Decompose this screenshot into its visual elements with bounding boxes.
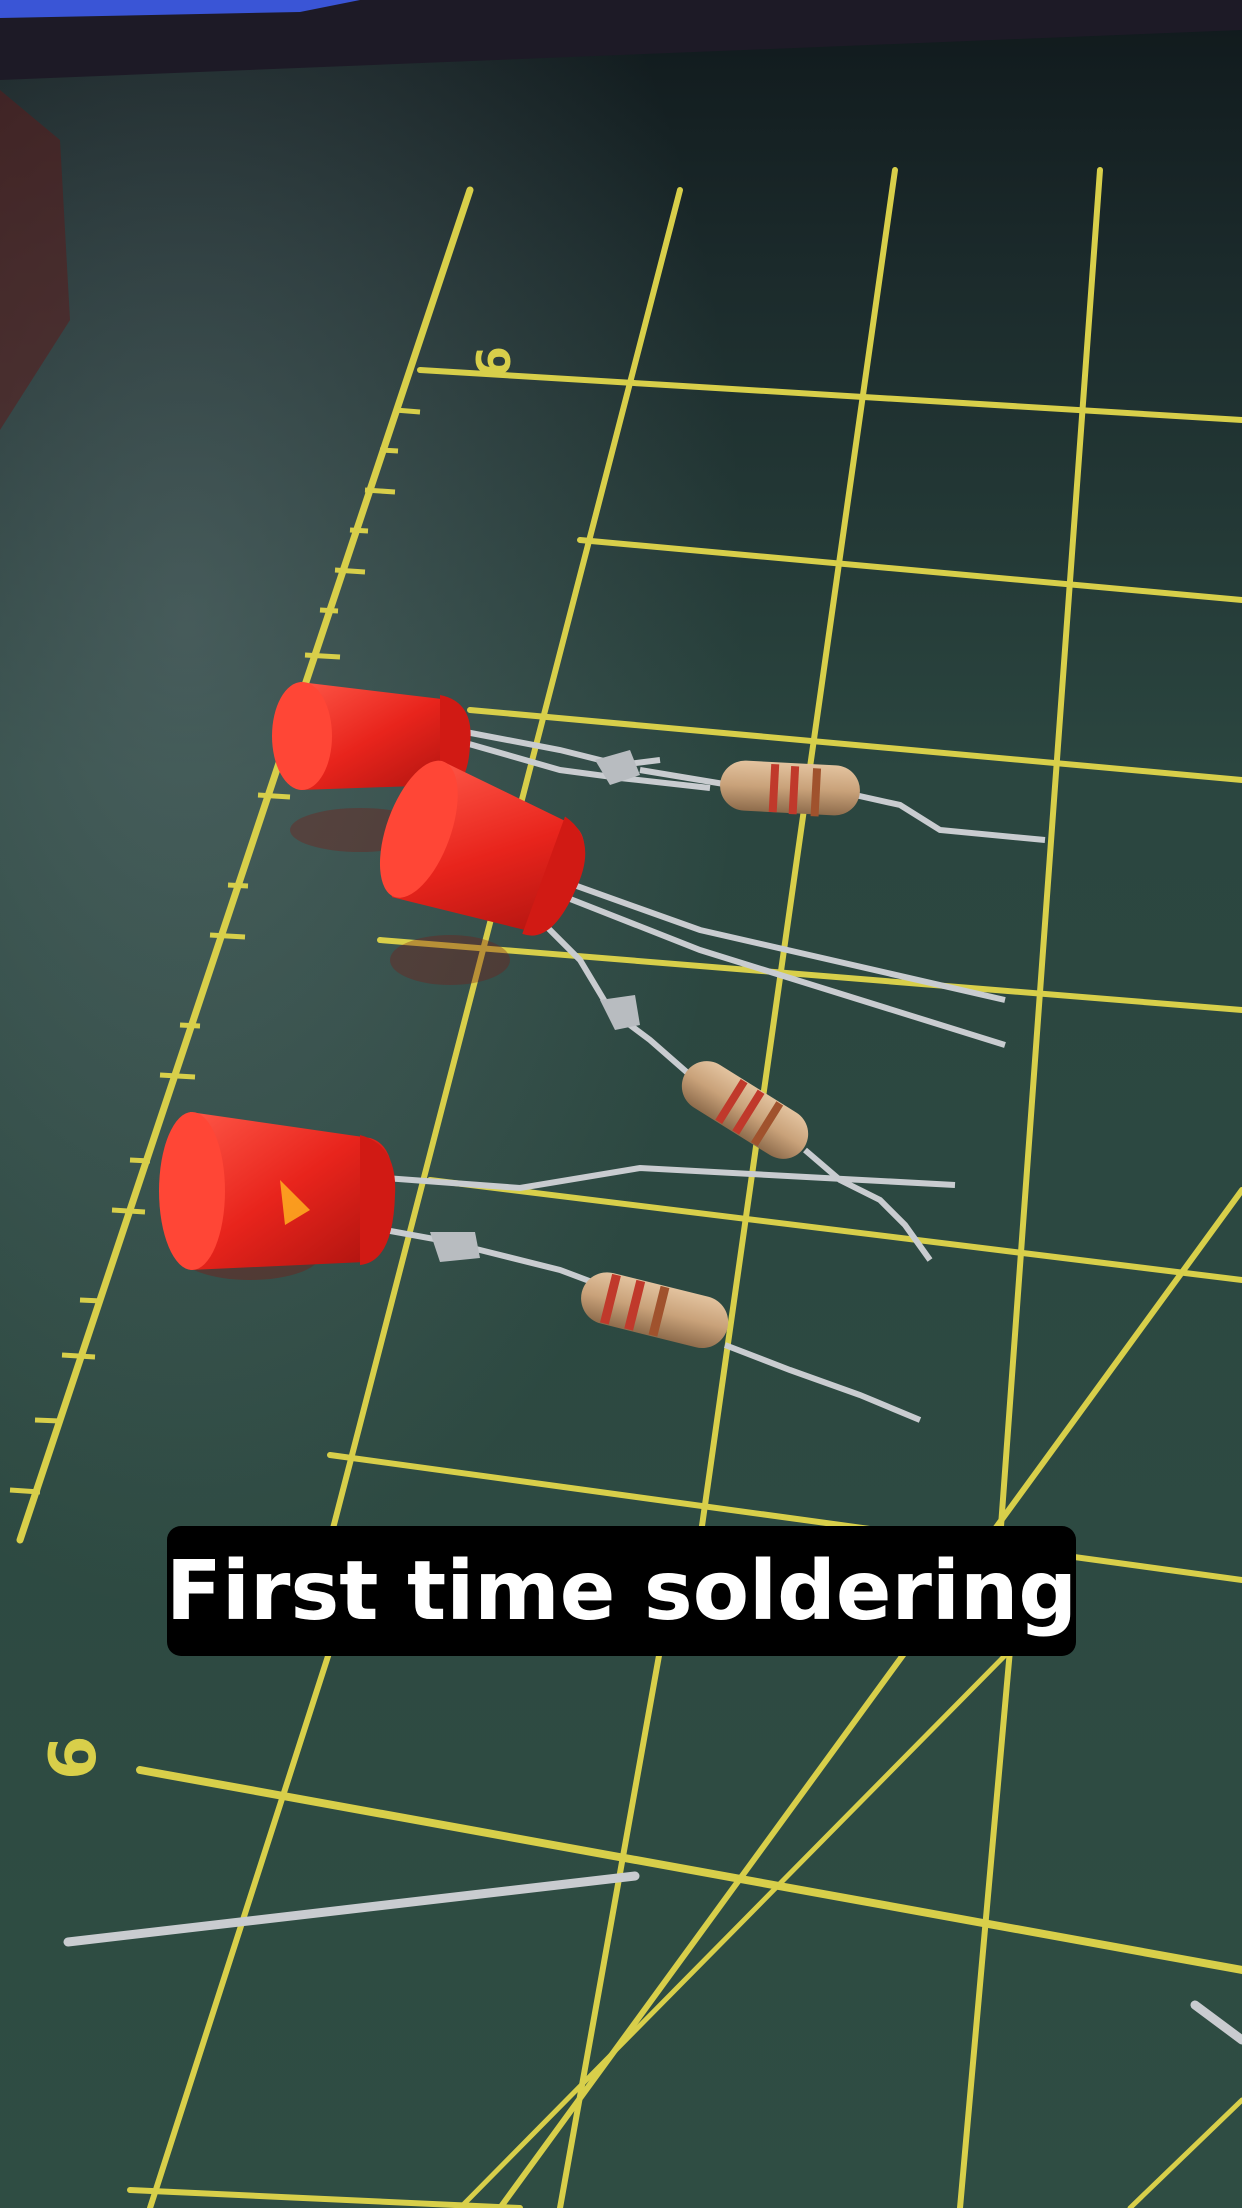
- photo-scene: 6 6 First time soldering: [0, 0, 1242, 2208]
- mat-number-bottom: 6: [37, 1735, 111, 1780]
- cutting-mat-photo: 6 6: [0, 0, 1242, 2208]
- caption-label: First time soldering: [166, 1526, 1077, 1656]
- mat-number-top: 6: [467, 346, 521, 378]
